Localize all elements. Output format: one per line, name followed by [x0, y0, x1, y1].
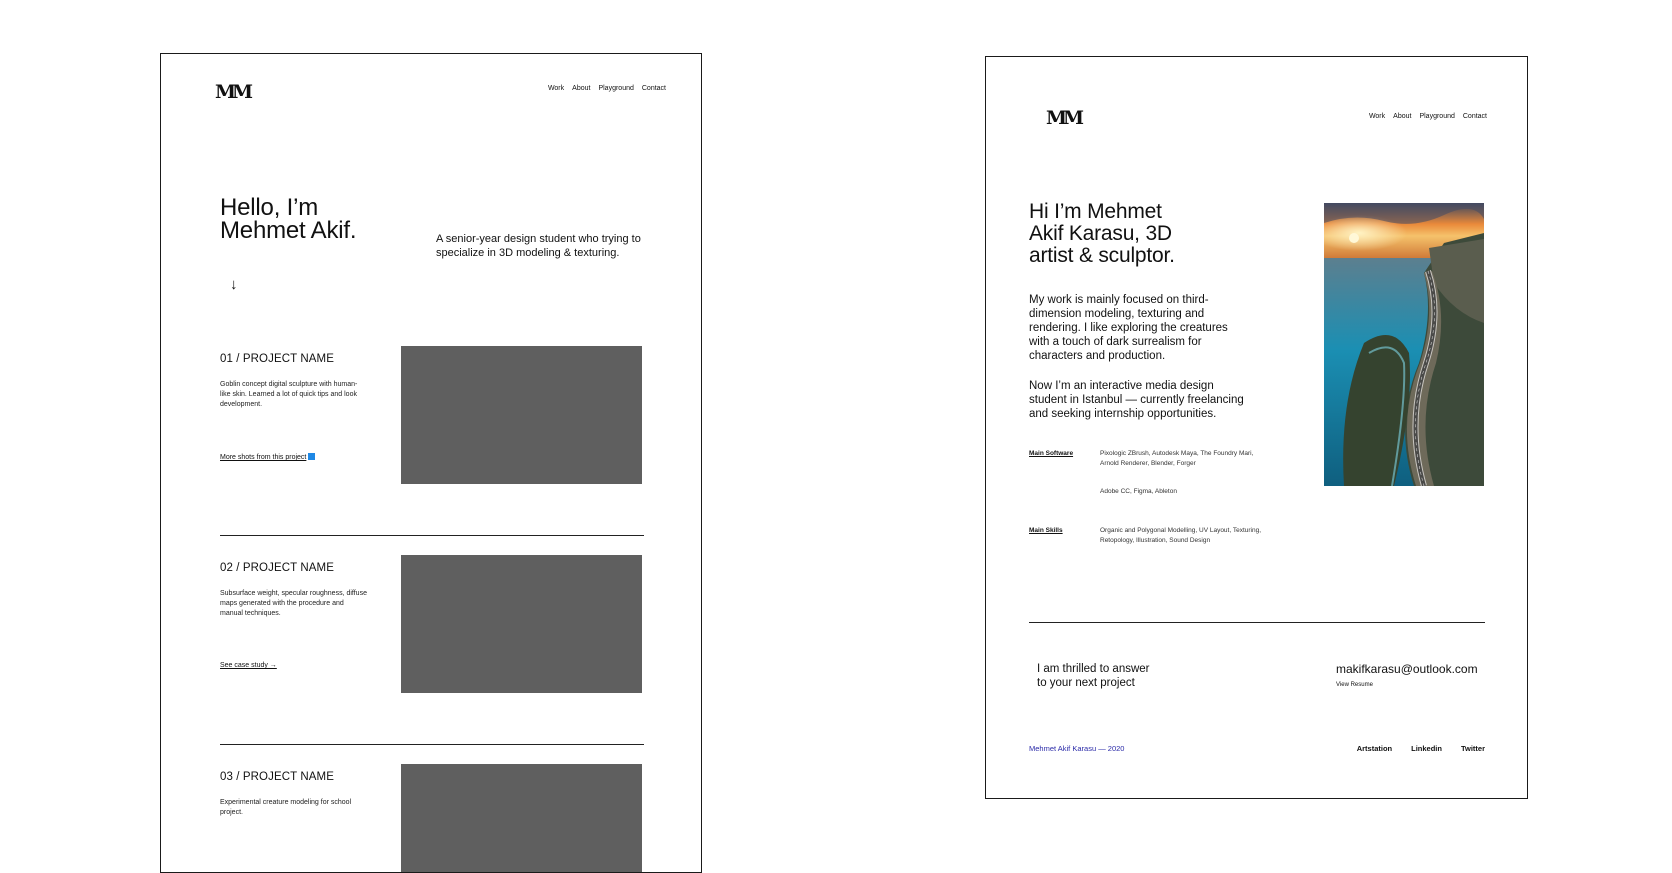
project-description: Subsurface weight, specular roughness, d…	[220, 590, 367, 617]
nav-contact[interactable]: Contact	[642, 85, 666, 92]
cta-line-1: I am thrilled to answer	[1037, 663, 1150, 675]
about-heading: Hi I’m Mehmet Akif Karasu, 3D artist & s…	[1029, 201, 1219, 267]
project-description: Goblin concept digital sculpture with hu…	[220, 381, 358, 408]
project-title: 02 / PROJECT NAME	[220, 562, 334, 574]
cta-line-2: to your next project	[1037, 677, 1135, 689]
heading-line-2: Akif Karasu, 3D	[1029, 222, 1172, 245]
main-skills-list: Organic and Polygonal Modelling, UV Layo…	[1100, 527, 1262, 544]
project-description: Experimental creature modeling for schoo…	[220, 799, 352, 816]
nav-playground[interactable]: Playground	[1419, 113, 1454, 120]
nav-about[interactable]: About	[1393, 113, 1411, 120]
nav-work[interactable]: Work	[548, 85, 564, 92]
section-divider	[220, 744, 644, 745]
coastal-road-photo	[1324, 203, 1484, 486]
section-divider	[1029, 622, 1485, 623]
main-software-list: Pixologic ZBrush, Autodesk Maya, The Fou…	[1100, 450, 1254, 467]
hero-line-2: Mehmet Akif.	[220, 217, 357, 244]
heading-line-1: Hi I’m Mehmet	[1029, 200, 1162, 223]
contact-cta: I am thrilled to answer to your next pro…	[1037, 662, 1177, 690]
nav-work[interactable]: Work	[1369, 113, 1385, 120]
top-nav: Work About Playground Contact	[1369, 113, 1487, 120]
project-thumbnail[interactable]	[401, 555, 642, 693]
secondary-software-list: Adobe CC, Figma, Ableton	[1100, 488, 1177, 495]
artstation-link[interactable]: Artstation	[1357, 744, 1392, 753]
social-links: Artstation Linkedin Twitter	[1357, 744, 1485, 753]
project-title: 01 / PROJECT NAME	[220, 353, 334, 365]
case-study-link[interactable]: See case study →	[220, 662, 277, 669]
twitter-link[interactable]: Twitter	[1461, 744, 1485, 753]
external-link-icon	[308, 453, 316, 460]
main-software-label[interactable]: Main Software	[1029, 450, 1073, 457]
bio-paragraph-2: Now I’m an interactive media design stud…	[1029, 380, 1244, 420]
project-link[interactable]: More shots from this project	[220, 453, 316, 461]
email-link[interactable]: makifkarasu@outlook.com	[1336, 662, 1478, 676]
heading-line-3: artist & sculptor.	[1029, 244, 1175, 267]
nav-playground[interactable]: Playground	[598, 85, 633, 92]
project-title: 03 / PROJECT NAME	[220, 771, 334, 783]
view-resume-link[interactable]: View Resume	[1336, 682, 1373, 688]
footer-copyright: Mehmet Akif Karasu — 2020	[1029, 744, 1125, 753]
linkedin-link[interactable]: Linkedin	[1411, 744, 1442, 753]
scroll-down-arrow-icon[interactable]: ↓	[230, 276, 238, 293]
bio-paragraph-1: My work is mainly focused on third-dimen…	[1029, 294, 1228, 362]
hero-heading: Hello, I’m Mehmet Akif.	[220, 196, 357, 244]
intro-text: A senior-year design student who trying …	[436, 233, 641, 259]
portfolio-home-page: MM Work About Playground Contact Hello, …	[160, 53, 702, 873]
logo-monogram[interactable]: MM	[1046, 107, 1084, 129]
nav-about[interactable]: About	[572, 85, 590, 92]
project-link-label: More shots from this project	[220, 454, 307, 461]
main-skills-label[interactable]: Main Skills	[1029, 527, 1063, 534]
portfolio-about-page: MM Work About Playground Contact Hi I’m …	[985, 56, 1528, 799]
project-thumbnail[interactable]	[401, 346, 642, 484]
section-divider	[220, 535, 644, 536]
logo-monogram[interactable]: MM	[215, 81, 253, 103]
nav-contact[interactable]: Contact	[1463, 113, 1487, 120]
top-nav: Work About Playground Contact	[548, 85, 666, 92]
